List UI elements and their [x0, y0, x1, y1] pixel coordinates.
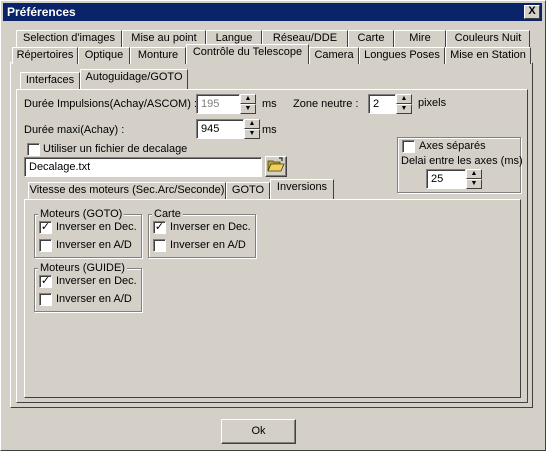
deadzone-unit: pixels [418, 97, 447, 109]
guide-invert-dec-label: Inverser en Dec. [56, 275, 137, 287]
use-offset-checkbox[interactable] [27, 143, 40, 156]
tab-mise-en-station[interactable]: Mise en Station [445, 47, 531, 64]
impulse-label: Durée Impulsions(Achay/ASCOM) : [24, 98, 197, 110]
deadzone-input[interactable]: 2 [368, 94, 396, 114]
spin-down-icon[interactable]: ▼ [396, 104, 412, 114]
goto-invert-dec-label: Inverser en Dec. [56, 221, 137, 233]
carte-invert-dec-label: Inverser en Dec. [170, 221, 251, 233]
tab-mire[interactable]: Mire [394, 30, 446, 47]
impulse-unit: ms [262, 98, 277, 110]
axes-delay-input[interactable]: 25 [426, 169, 466, 189]
goto-invert-ad-checkbox[interactable] [39, 239, 52, 252]
axes-delay-spinner[interactable]: ▲ ▼ [466, 169, 482, 189]
tab-selection-images[interactable]: Selection d'images [16, 30, 122, 47]
tab-repertoires[interactable]: Répertoires [12, 47, 78, 64]
tab-vitesse-moteurs[interactable]: Vitesse des moteurs (Sec.Arc/Seconde) [28, 182, 226, 199]
spin-up-icon[interactable]: ▲ [396, 94, 412, 104]
tab-couleurs-nuit[interactable]: Couleurs Nuit [446, 30, 530, 47]
ok-button[interactable]: Ok [221, 419, 296, 444]
goto-invert-ad-label: Inverser en A/D [56, 239, 132, 251]
deadzone-label: Zone neutre : [293, 98, 359, 110]
tab-longues-poses[interactable]: Longues Poses [359, 47, 445, 64]
guide-invert-dec-checkbox[interactable]: ✓ [39, 275, 52, 288]
guide-motors-title: Moteurs (GUIDE) [38, 262, 127, 274]
guide-invert-ad-label: Inverser en A/D [56, 293, 132, 305]
tab-monture[interactable]: Monture [130, 47, 186, 64]
spin-down-icon[interactable]: ▼ [240, 104, 256, 114]
max-duration-spinner[interactable]: ▲ ▼ [244, 119, 260, 139]
use-offset-label: Utiliser un fichier de decalage [43, 143, 188, 155]
spin-down-icon[interactable]: ▼ [244, 129, 260, 139]
carte-title: Carte [152, 208, 183, 220]
browse-button[interactable] [265, 156, 287, 177]
tab-optique[interactable]: Optique [78, 47, 130, 64]
impulse-duration-input[interactable]: 195 [196, 94, 240, 114]
spin-down-icon[interactable]: ▼ [466, 179, 482, 189]
carte-invert-ad-checkbox[interactable] [153, 239, 166, 252]
max-duration-label: Durée maxi(Achay) : [24, 124, 125, 136]
impulse-spinner[interactable]: ▲ ▼ [240, 94, 256, 114]
tab-camera[interactable]: Camera [309, 47, 359, 64]
spin-up-icon[interactable]: ▲ [244, 119, 260, 129]
separate-axes-label: Axes séparés [419, 140, 486, 152]
goto-invert-dec-checkbox[interactable]: ✓ [39, 221, 52, 234]
tab-inversions[interactable]: Inversions [270, 179, 334, 199]
tab-carte[interactable]: Carte [348, 30, 394, 47]
max-duration-unit: ms [262, 124, 277, 136]
spin-up-icon[interactable]: ▲ [466, 169, 482, 179]
open-folder-icon [267, 157, 285, 172]
axes-delay-label: Delai entre les axes (ms) [401, 155, 523, 167]
spin-up-icon[interactable]: ▲ [240, 94, 256, 104]
tab-autoguidage-goto[interactable]: Autoguidage/GOTO [80, 69, 188, 89]
max-duration-input[interactable]: 945 [196, 119, 244, 139]
deadzone-spinner[interactable]: ▲ ▼ [396, 94, 412, 114]
guide-invert-ad-checkbox[interactable] [39, 293, 52, 306]
tab-controle-telescope[interactable]: Contrôle du Telescope [186, 44, 309, 64]
goto-motors-title: Moteurs (GOTO) [38, 208, 125, 220]
separate-axes-checkbox[interactable] [402, 140, 415, 153]
window-title: Préférences [7, 5, 76, 19]
title-bar: Préférences [3, 3, 542, 21]
carte-invert-ad-label: Inverser en A/D [170, 239, 246, 251]
tab-interfaces[interactable]: Interfaces [20, 72, 80, 89]
tab-goto[interactable]: GOTO [226, 182, 270, 199]
carte-invert-dec-checkbox[interactable]: ✓ [153, 221, 166, 234]
close-icon: X [528, 5, 536, 17]
close-button[interactable]: X [524, 5, 540, 19]
offset-file-input[interactable]: Decalage.txt [24, 157, 262, 177]
